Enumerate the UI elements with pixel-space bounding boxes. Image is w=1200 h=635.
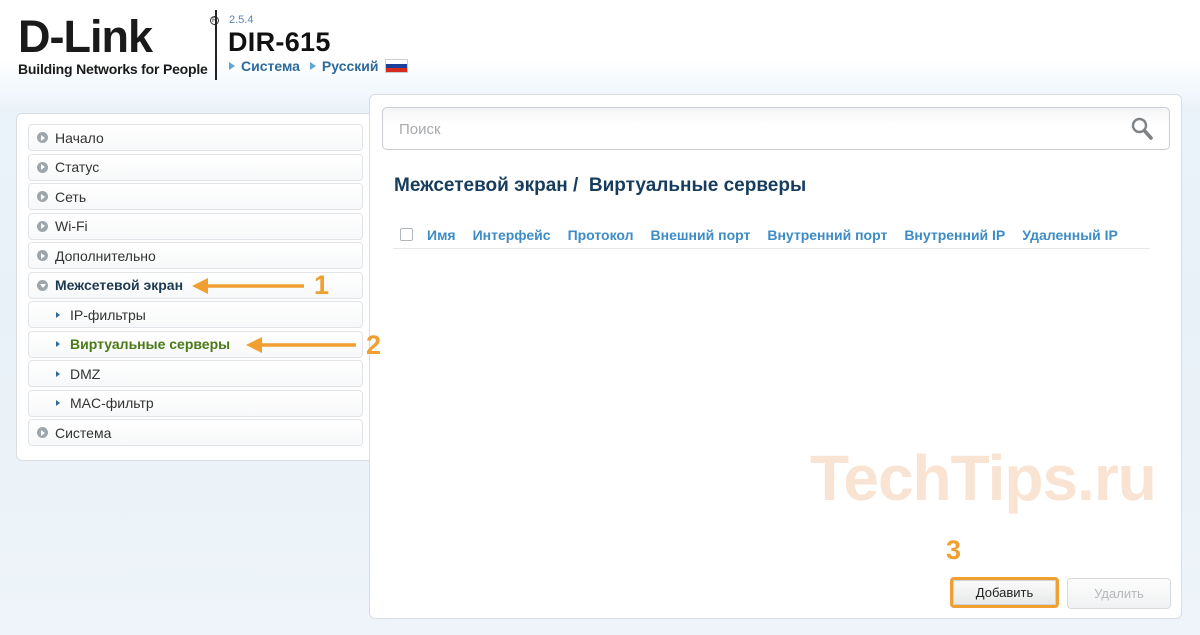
column-header-external-port[interactable]: Внешний порт (651, 227, 751, 243)
search-icon[interactable] (1131, 117, 1153, 141)
search-input[interactable] (399, 119, 1099, 139)
column-header-internal-ip[interactable]: Внутренний IP (904, 227, 1005, 243)
search-box[interactable] (382, 107, 1170, 150)
system-link[interactable]: Система (241, 58, 300, 74)
chevron-right-icon (56, 370, 60, 377)
page-title: Межсетевой экран / Виртуальные серверы (394, 175, 807, 196)
column-header-remote-ip[interactable]: Удаленный IP (1022, 227, 1118, 243)
triangle-right-icon (309, 62, 316, 70)
annotation-number-1: 1 (314, 270, 330, 300)
chevron-right-icon (56, 311, 60, 318)
column-header-internal-port[interactable]: Внутренний порт (767, 227, 887, 243)
bullet-arrow-icon (37, 220, 48, 232)
sidebar-item-label: Сеть (55, 188, 87, 205)
sidebar-item-label: MAC-фильтр (70, 395, 154, 411)
sidebar-item-ip-filters[interactable]: IP-фильтры (28, 301, 363, 328)
bullet-arrow-icon (37, 427, 48, 438)
sidebar-item-label: Виртуальные серверы (70, 336, 231, 352)
sidebar-item-status[interactable]: Статус (28, 153, 363, 181)
dlink-logo: D-Link R Building Networks for People (18, 11, 219, 78)
logo-tagline: Building Networks for People (18, 61, 208, 77)
select-all-checkbox[interactable] (400, 228, 413, 241)
sidebar-item-label: Дополнительно (55, 247, 156, 264)
sidebar-item-label: Статус (55, 159, 100, 175)
column-header-name[interactable]: Имя (427, 227, 456, 243)
sidebar-item-network[interactable]: Сеть (28, 183, 363, 210)
annotation-arrow-2 (246, 337, 356, 353)
sidebar-item-wifi[interactable]: Wi-Fi (28, 212, 363, 240)
sidebar-item-label: Система (55, 424, 112, 441)
chevron-right-icon (56, 400, 60, 406)
header-links: Система Русский (229, 58, 408, 74)
annotation-number-3: 3 (946, 535, 962, 565)
bullet-arrow-icon (37, 250, 48, 261)
watermark: TechTips.ru (810, 442, 1157, 514)
sidebar-item-label: IP-фильтры (70, 306, 146, 323)
annotation-number-2: 2 (366, 330, 382, 360)
table-header: Имя Интерфейс Протокол Внешний порт Внут… (393, 221, 1150, 249)
sidebar-item-mac-filter[interactable]: MAC-фильтр (28, 389, 363, 417)
sidebar-item-dmz[interactable]: DMZ (28, 360, 363, 387)
sidebar-item-label: Wi-Fi (55, 218, 88, 234)
column-header-interface[interactable]: Интерфейс (473, 227, 551, 243)
sidebar-item-label: DMZ (70, 365, 101, 382)
logo-text: D-Link (18, 11, 153, 62)
sidebar-item-home[interactable]: Начало (28, 124, 363, 151)
language-link[interactable]: Русский (322, 58, 379, 74)
bullet-down-icon (37, 279, 48, 291)
flag-stripe-red (385, 68, 407, 72)
russian-flag-icon[interactable] (384, 59, 408, 73)
annotation-arrow-1 (192, 278, 304, 294)
bullet-arrow-icon (37, 191, 48, 202)
sidebar-item-label: Начало (55, 129, 104, 146)
device-model: DIR-615 (228, 27, 331, 57)
bullet-arrow-icon (37, 161, 48, 173)
triangle-right-icon (229, 62, 235, 70)
bullet-arrow-icon (37, 132, 48, 143)
delete-button[interactable]: Удалить (1067, 578, 1171, 609)
firmware-version: 2.5.4 (229, 14, 254, 26)
chevron-right-icon (56, 341, 60, 347)
sidebar-item-system[interactable]: Система (28, 419, 363, 446)
column-header-protocol[interactable]: Протокол (568, 227, 634, 243)
sidebar-item-label: Межсетевой экран (55, 277, 184, 293)
add-button[interactable]: Добавить (950, 577, 1059, 608)
main-panel: Межсетевой экран / Виртуальные серверы И… (369, 94, 1182, 619)
header-divider (215, 10, 217, 80)
sidebar-item-advanced[interactable]: Дополнительно (28, 242, 363, 269)
